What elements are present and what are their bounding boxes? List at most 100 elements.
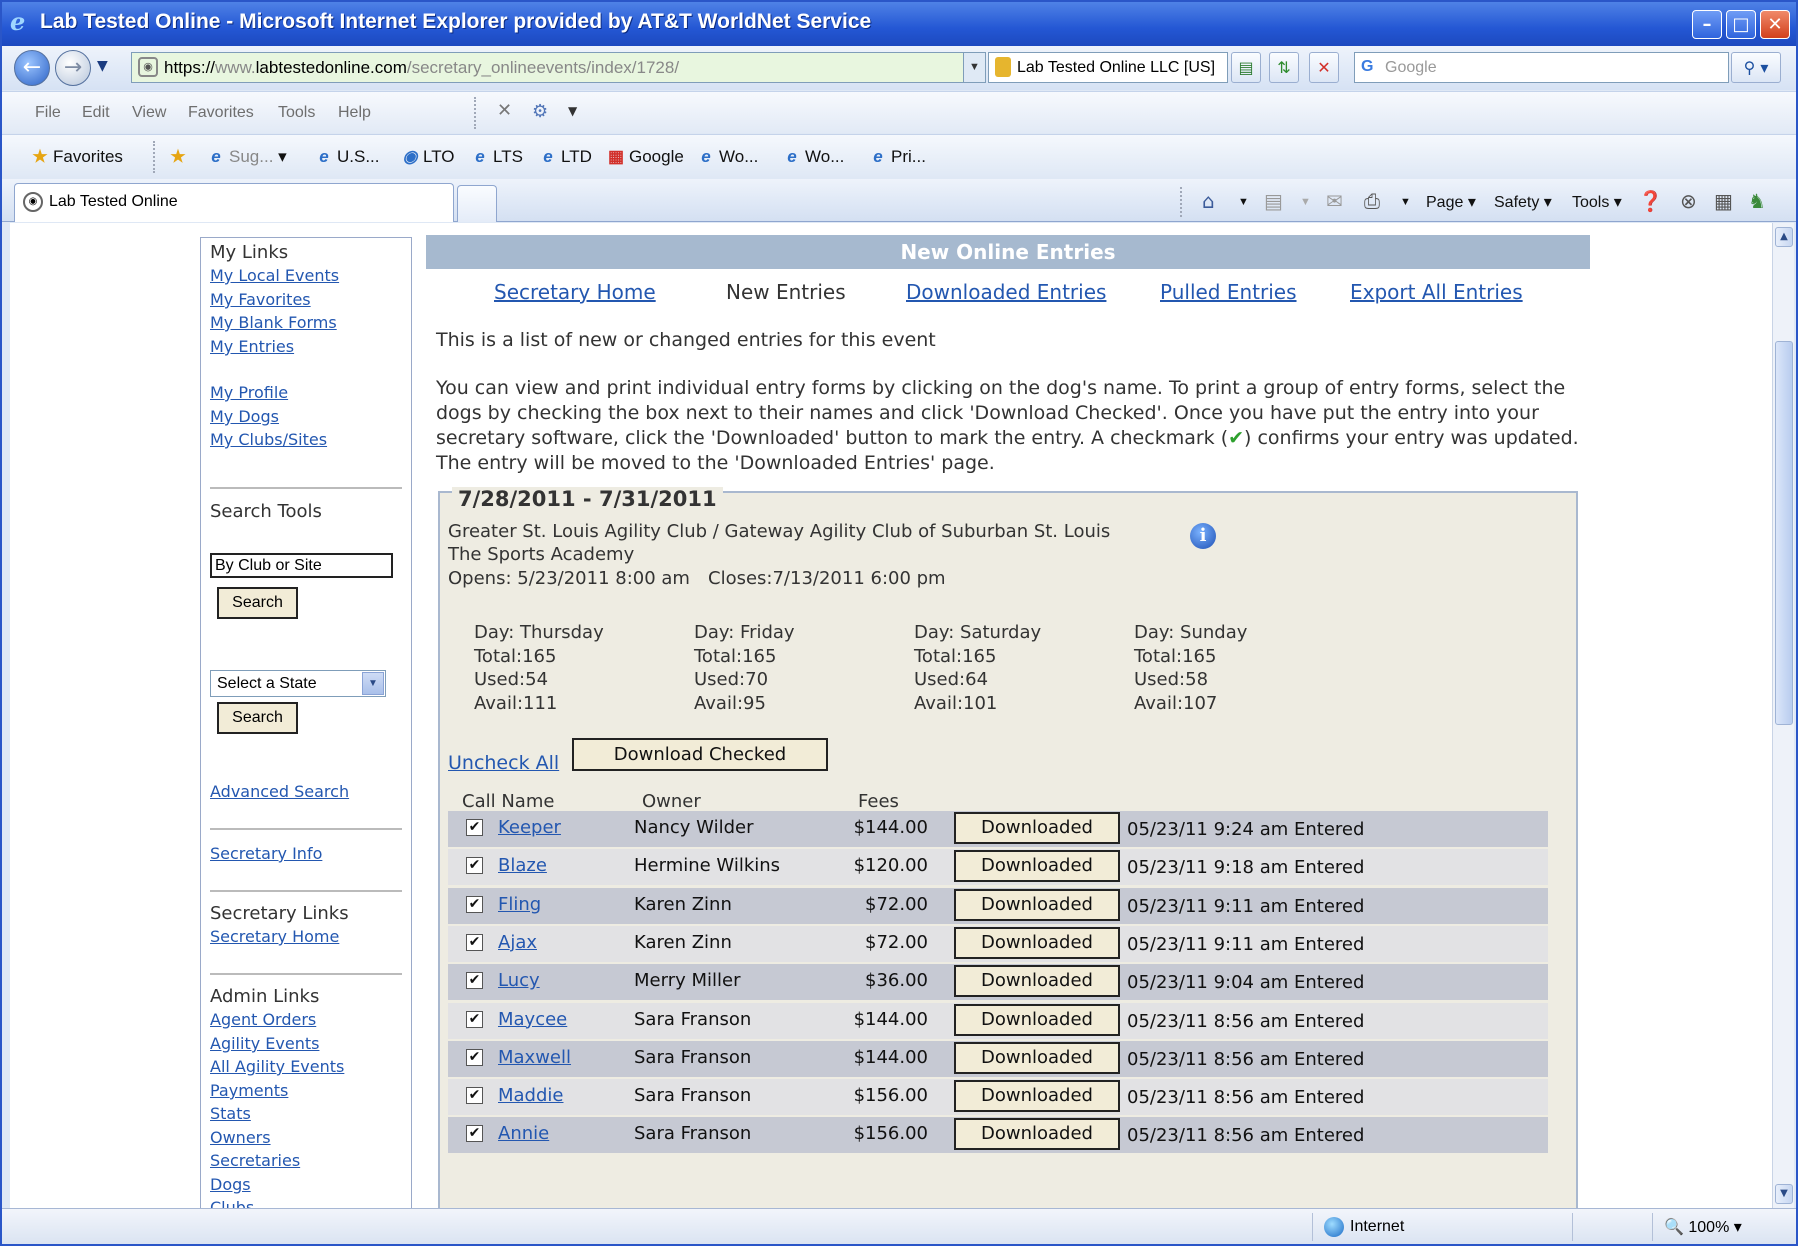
fav-link-lts[interactable]: e LTS bbox=[470, 147, 523, 167]
recent-pages-dropdown[interactable]: ▼ bbox=[97, 58, 108, 74]
entry-checkbox[interactable]: ✔ bbox=[466, 1087, 483, 1105]
feeds-dropdown-icon[interactable]: ▼ bbox=[1300, 196, 1311, 208]
link-my-blank-forms[interactable]: My Blank Forms bbox=[210, 313, 337, 332]
back-button[interactable]: ← bbox=[14, 50, 50, 86]
entry-checkbox[interactable]: ✔ bbox=[466, 972, 483, 990]
print-icon[interactable]: ⎙ bbox=[1364, 189, 1380, 213]
link-my-profile[interactable]: My Profile bbox=[210, 383, 288, 402]
home-icon[interactable]: ⌂ bbox=[1202, 189, 1215, 213]
dog-name-link[interactable]: Blaze bbox=[498, 855, 547, 876]
menu-edit[interactable]: Edit bbox=[82, 104, 110, 122]
close-toolbar-icon[interactable]: ✕ bbox=[497, 100, 512, 121]
tab-downloaded-entries[interactable]: Downloaded Entries bbox=[906, 280, 1106, 304]
entry-checkbox[interactable]: ✔ bbox=[466, 1010, 483, 1028]
tools-menu[interactable]: Tools ▾ bbox=[1572, 192, 1622, 212]
link-my-clubs-sites[interactable]: My Clubs/Sites bbox=[210, 430, 327, 449]
new-tab-button[interactable] bbox=[457, 185, 497, 222]
downloaded-button[interactable]: Downloaded bbox=[954, 926, 1120, 959]
messenger-icon[interactable]: ♞ bbox=[1748, 189, 1766, 213]
link-stats[interactable]: Stats bbox=[210, 1104, 251, 1123]
link-secretaries[interactable]: Secretaries bbox=[210, 1151, 300, 1170]
downloaded-button[interactable]: Downloaded bbox=[954, 1118, 1120, 1151]
scroll-thumb[interactable] bbox=[1775, 341, 1793, 725]
fav-link-sug[interactable]: e Sug... ▾ bbox=[206, 147, 286, 167]
mail-icon[interactable]: ✉ bbox=[1326, 189, 1343, 213]
chevron-down-icon[interactable]: ▼ bbox=[362, 672, 384, 695]
research-icon[interactable]: ⊗ bbox=[1680, 189, 1697, 213]
security-zone[interactable]: Internet bbox=[1324, 1217, 1404, 1237]
compatibility-view-icon[interactable]: ▤ bbox=[1231, 52, 1261, 83]
help-icon[interactable]: ❓ bbox=[1638, 189, 1663, 213]
uncheck-all-link[interactable]: Uncheck All bbox=[448, 752, 559, 774]
entry-checkbox[interactable]: ✔ bbox=[466, 857, 483, 875]
print-dropdown-icon[interactable]: ▼ bbox=[1400, 196, 1411, 208]
state-select[interactable]: Select a State ▼ bbox=[210, 670, 386, 697]
page-menu[interactable]: Page ▾ bbox=[1426, 192, 1476, 212]
add-favorite-icon[interactable]: ★ bbox=[168, 147, 191, 167]
link-advanced-search[interactable]: Advanced Search bbox=[210, 782, 349, 801]
vertical-scrollbar[interactable]: ▲ ▼ bbox=[1772, 223, 1794, 1208]
link-my-entries[interactable]: My Entries bbox=[210, 337, 294, 356]
link-agility-events[interactable]: Agility Events bbox=[210, 1034, 319, 1053]
menu-tools[interactable]: Tools bbox=[278, 104, 315, 122]
entry-checkbox[interactable]: ✔ bbox=[466, 819, 483, 836]
menu-help[interactable]: Help bbox=[338, 104, 371, 122]
dog-name-link[interactable]: Fling bbox=[498, 894, 541, 915]
dog-name-link[interactable]: Lucy bbox=[498, 970, 540, 991]
menu-file[interactable]: File bbox=[35, 104, 61, 122]
fav-link-wo-2[interactable]: e Wo... bbox=[782, 147, 844, 167]
stop-icon[interactable]: ✕ bbox=[1309, 52, 1339, 83]
download-checked-button[interactable]: Download Checked bbox=[572, 738, 828, 771]
close-window-button[interactable]: ✕ bbox=[1760, 10, 1790, 39]
downloaded-button[interactable]: Downloaded bbox=[954, 1080, 1120, 1113]
fav-link-ltd[interactable]: e LTD bbox=[538, 147, 592, 167]
link-dogs[interactable]: Dogs bbox=[210, 1175, 251, 1194]
club-site-search-input[interactable]: By Club or Site bbox=[210, 553, 393, 578]
downloaded-button[interactable]: Downloaded bbox=[954, 812, 1120, 844]
safety-menu[interactable]: Safety ▾ bbox=[1494, 192, 1552, 212]
maximize-button[interactable]: □ bbox=[1726, 10, 1756, 39]
minimize-button[interactable]: – bbox=[1692, 10, 1722, 39]
link-agent-orders[interactable]: Agent Orders bbox=[210, 1010, 316, 1029]
addon-icon[interactable]: ⚙ bbox=[532, 101, 548, 122]
fav-link-lto[interactable]: ◉ LTO bbox=[400, 147, 455, 167]
tab-pulled-entries[interactable]: Pulled Entries bbox=[1160, 280, 1297, 304]
search-button[interactable]: ⚲ ▾ bbox=[1731, 52, 1781, 83]
fav-link-wo-1[interactable]: e Wo... bbox=[696, 147, 758, 167]
fav-link-us[interactable]: e U.S... bbox=[314, 147, 379, 167]
entry-checkbox[interactable]: ✔ bbox=[466, 1048, 483, 1066]
dog-name-link[interactable]: Maddie bbox=[498, 1085, 564, 1106]
address-dropdown-icon[interactable]: ▼ bbox=[963, 53, 985, 82]
link-clubs[interactable]: Clubs bbox=[210, 1198, 254, 1208]
downloaded-button[interactable]: Downloaded bbox=[954, 1041, 1120, 1074]
forward-button[interactable]: → bbox=[55, 50, 91, 86]
fav-link-pri[interactable]: e Pri... bbox=[868, 147, 926, 167]
downloaded-button[interactable]: Downloaded bbox=[954, 850, 1120, 883]
scroll-down-icon[interactable]: ▼ bbox=[1775, 1184, 1793, 1204]
link-my-favorites[interactable]: My Favorites bbox=[210, 290, 311, 309]
link-owners[interactable]: Owners bbox=[210, 1128, 271, 1147]
feeds-icon[interactable]: ▤ bbox=[1264, 189, 1283, 213]
address-bar[interactable]: ◉ https://www.labtestedonline.com/secret… bbox=[131, 52, 986, 83]
downloaded-button[interactable]: Downloaded bbox=[954, 1003, 1120, 1036]
menu-view[interactable]: View bbox=[132, 104, 166, 122]
link-secretary-home[interactable]: Secretary Home bbox=[210, 927, 339, 946]
home-dropdown-icon[interactable]: ▼ bbox=[1238, 196, 1249, 208]
downloaded-button[interactable]: Downloaded bbox=[954, 965, 1120, 998]
link-all-agility-events[interactable]: All Agility Events bbox=[210, 1057, 344, 1076]
state-search-button[interactable]: Search bbox=[217, 702, 298, 734]
blog-icon[interactable]: ▦ bbox=[1714, 189, 1733, 213]
scroll-up-icon[interactable]: ▲ bbox=[1775, 227, 1793, 247]
dog-name-link[interactable]: Maycee bbox=[498, 1009, 567, 1030]
link-my-local-events[interactable]: My Local Events bbox=[210, 266, 339, 285]
menu-favorites[interactable]: Favorites bbox=[188, 104, 254, 122]
addon-dropdown-icon[interactable]: ▼ bbox=[568, 104, 577, 118]
club-search-button[interactable]: Search bbox=[217, 587, 298, 619]
entry-checkbox[interactable]: ✔ bbox=[466, 933, 483, 951]
dog-name-link[interactable]: Annie bbox=[498, 1123, 549, 1144]
link-payments[interactable]: Payments bbox=[210, 1081, 288, 1100]
downloaded-button[interactable]: Downloaded bbox=[954, 888, 1120, 921]
entry-checkbox[interactable]: ✔ bbox=[466, 1125, 483, 1143]
tab-secretary-home[interactable]: Secretary Home bbox=[494, 280, 656, 304]
refresh-icon[interactable]: ⇅ bbox=[1269, 52, 1299, 83]
